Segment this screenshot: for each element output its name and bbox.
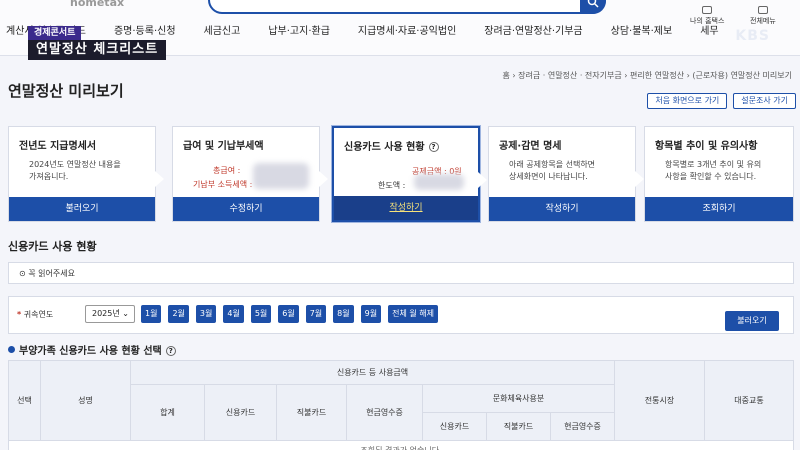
search-icon [587, 0, 599, 8]
menu-icon [757, 6, 768, 14]
step-title: 항목별 추이 및 유의사항 [655, 141, 758, 152]
nav-item-certificate[interactable]: 증명·등록·신청 [100, 22, 190, 37]
notice-panel[interactable]: ⊙ 꼭 읽어주세요 [8, 262, 794, 284]
filter-panel: * 귀속연도 2025년 ⌄ 1월 2월 3월 4월 5월 6월 7월 8월 9… [8, 296, 794, 334]
page-title: 연말정산 미리보기 [8, 82, 124, 100]
chevron-down-icon: ⊙ [19, 269, 26, 278]
section-title: 신용카드 사용 현황 [8, 240, 97, 253]
empty-result-message: 조회된 결과가 없습니다. [9, 441, 793, 450]
step-description: 항목별로 3개년 추이 및 유의 사항을 확인할 수 있습니다. [665, 160, 762, 181]
site-logo[interactable]: hometax [70, 0, 124, 9]
nav-item-tax-more[interactable]: 세무 [686, 22, 732, 37]
col-group-card-usage: 신용카드 등 사용금액 [131, 361, 615, 385]
col-group-culture: 문화체육사용분 [423, 385, 615, 413]
user-icon [702, 6, 713, 14]
col-debit-card: 직불카드 [277, 385, 347, 441]
step-arrow [478, 172, 487, 188]
nav-item-tax-return[interactable]: 세금신고 [190, 22, 255, 37]
col-select: 선택 [9, 361, 41, 441]
col-culture-cash: 현금영수증 [551, 413, 615, 441]
col-name: 성명 [41, 361, 131, 441]
all-menu-link[interactable]: 전체메뉴 [750, 6, 776, 26]
month-button-9[interactable]: 9월 [360, 305, 382, 323]
top-button-group: 처음 화면으로 가기 설문조사 가기 [647, 93, 796, 109]
load-prior-button[interactable]: 불러오기 [9, 197, 155, 221]
step-title: 급여 및 기납부세액 [183, 141, 264, 152]
year-label: * 귀속연도 [17, 310, 54, 319]
col-culture-debit: 직불카드 [487, 413, 551, 441]
broadcast-tag: 경제콘서트 [28, 26, 82, 40]
month-button-8[interactable]: 8월 [333, 305, 354, 323]
step-card-credit-card: 신용카드 사용 현황? 공제금액 : 0원 한도액 : 작성하기 [332, 126, 487, 222]
month-button-group: 1월 2월 3월 4월 5월 6월 7월 8월 9월 전체 월 해제 [141, 305, 438, 323]
nav-item-payment[interactable]: 납부·고지·환급 [254, 22, 344, 37]
breadcrumb: 홈 › 장려금 · 연말정산 · 전자기부금 › 편리한 연말정산 › (근로자… [502, 71, 792, 80]
month-button-6[interactable]: 6월 [278, 305, 299, 323]
chevron-down-icon: ⌄ [122, 309, 129, 318]
month-button-2[interactable]: 2월 [168, 305, 189, 323]
nav-item-consult[interactable]: 상담·불복·제보 [597, 22, 687, 37]
step-title: 공제·감면 명세 [499, 141, 562, 152]
month-button-7[interactable]: 7월 [305, 305, 327, 323]
help-icon[interactable]: ? [165, 346, 176, 356]
step-card-deduction: 공제·감면 명세 아래 공제항목을 선택하면 상세화면이 나타납니다. 작성하기 [488, 126, 644, 222]
prepaid-tax-label: 기납부 소득세액 : [193, 180, 253, 189]
year-select[interactable]: 2025년 ⌄ [85, 305, 135, 323]
view-trend-button[interactable]: 조회하기 [645, 197, 793, 221]
total-salary-label: 총급여 : [213, 166, 241, 175]
step-card-trend: 항목별 추이 및 유의사항 항목별로 3개년 추이 및 유의 사항을 확인할 수… [644, 126, 794, 222]
load-button[interactable]: 불러오기 [725, 311, 779, 331]
col-total: 합계 [131, 385, 205, 441]
write-credit-card-button[interactable]: 작성하기 [334, 196, 478, 220]
subsection-title: 부양가족 신용카드 사용 현황 선택? [8, 342, 176, 357]
notice-toggle[interactable]: ⊙ 꼭 읽어주세요 [19, 268, 75, 279]
month-button-5[interactable]: 5월 [250, 305, 272, 323]
redacted-value [253, 163, 309, 189]
edit-salary-button[interactable]: 수정하기 [173, 197, 319, 221]
bullet-icon [8, 346, 15, 353]
col-traditional-market: 전통시장 [615, 361, 705, 441]
month-button-1[interactable]: 1월 [141, 305, 162, 323]
redacted-value [414, 174, 464, 190]
search-button[interactable] [580, 0, 606, 14]
broadcast-title: 연말정산 체크리스트 [28, 40, 167, 60]
write-deduction-button[interactable]: 작성하기 [489, 197, 635, 221]
step-arrow [635, 171, 644, 187]
nav-item-year-end[interactable]: 장려금·연말정산·기부금 [470, 22, 596, 37]
help-icon[interactable]: ? [428, 142, 439, 152]
step-description: 2024년도 연말정산 내용을 가져옵니다. [29, 160, 121, 181]
main-menu: 계산서·영수증·카드 증명·등록·신청 세금신고 납부·고지·환급 지급명세·자… [0, 22, 733, 37]
step-card-prior-statement: 전년도 지급명세서 2024년도 연말정산 내용을 가져옵니다. 불러오기 [8, 126, 164, 222]
survey-button[interactable]: 설문조사 가기 [733, 93, 796, 109]
month-button-4[interactable]: 4월 [223, 305, 244, 323]
first-screen-button[interactable]: 처음 화면으로 가기 [647, 93, 728, 109]
search-input[interactable] [208, 0, 606, 14]
step-arrow [155, 171, 164, 187]
col-cash-receipt: 현금영수증 [347, 385, 423, 441]
nav-item-statement[interactable]: 지급명세·자료·공익법인 [344, 22, 470, 37]
step-description: 아래 공제항목을 선택하면 상세화면이 나타납니다. [509, 160, 596, 181]
dependents-card-table: 선택 성명 신용카드 등 사용금액 합계 신용카드 직불카드 현금영수증 문화체… [8, 360, 794, 450]
limit-amount-label: 한도액 : [378, 181, 406, 190]
month-button-3[interactable]: 3월 [195, 305, 217, 323]
step-title: 신용카드 사용 현황? [344, 138, 439, 153]
clear-months-button[interactable]: 전체 월 해제 [388, 305, 438, 323]
step-title: 전년도 지급명세서 [19, 141, 97, 152]
col-credit-card: 신용카드 [205, 385, 277, 441]
col-culture-credit: 신용카드 [423, 413, 487, 441]
col-public-transit: 대중교통 [705, 361, 793, 441]
channel-logo: KBS [735, 28, 770, 44]
step-arrow [319, 171, 328, 187]
step-card-salary: 급여 및 기납부세액 총급여 : 기납부 소득세액 : 수정하기 [172, 126, 328, 222]
